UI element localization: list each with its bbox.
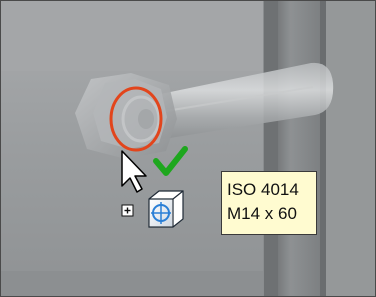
blue-cube-crosshair-icon[interactable]	[148, 190, 184, 228]
plus-box-icon[interactable]	[121, 204, 134, 217]
plate-front	[264, 1, 278, 296]
plate-edge	[320, 1, 326, 296]
tooltip-standard: ISO 4014	[227, 180, 299, 199]
model-canvas[interactable]	[1, 1, 375, 296]
cad-viewport[interactable]: ISO 4014 M14 x 60	[0, 0, 376, 297]
bolt-head-hub	[138, 109, 154, 129]
tooltip-size: M14 x 60	[227, 204, 297, 223]
plate-inner	[278, 1, 320, 296]
background-edge	[1, 271, 263, 296]
plate-right	[326, 1, 375, 296]
upper-background-panel	[1, 1, 263, 71]
fastener-tooltip: ISO 4014 M14 x 60	[221, 171, 317, 235]
